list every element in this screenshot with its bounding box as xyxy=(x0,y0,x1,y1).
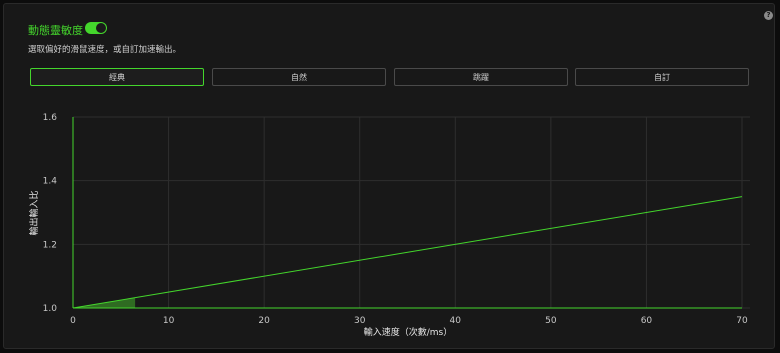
x-tick-labels: 0 10 20 30 40 50 60 70 xyxy=(70,316,748,326)
x-tick-label: 30 xyxy=(354,316,366,326)
y-tick-label: 1.6 xyxy=(43,113,58,123)
x-tick-label: 50 xyxy=(545,316,557,326)
y-tick-label: 1.2 xyxy=(43,240,57,250)
y-axis-title: 輸出輸入比 xyxy=(28,190,40,235)
series-line xyxy=(72,196,743,309)
y-tick-label: 1.4 xyxy=(43,177,58,187)
x-axis-title: 輸入速度（次數/ms） xyxy=(364,326,453,338)
y-tick-labels: 1.0 1.2 1.4 1.6 xyxy=(43,113,58,314)
x-tick-label: 0 xyxy=(70,316,76,326)
x-tick-label: 20 xyxy=(258,316,270,326)
chart-series xyxy=(72,196,743,309)
x-tick-label: 60 xyxy=(641,316,653,326)
y-tick-label: 1.0 xyxy=(43,304,58,314)
x-tick-label: 40 xyxy=(450,316,462,326)
sensitivity-chart[interactable]: 0 10 20 30 40 50 60 70 1.0 1.2 1.4 1.6 輸入速度（次數/ms）… xyxy=(0,0,780,353)
chart-axes xyxy=(72,117,742,309)
x-tick-label: 70 xyxy=(736,316,748,326)
x-tick-label: 10 xyxy=(163,316,175,326)
